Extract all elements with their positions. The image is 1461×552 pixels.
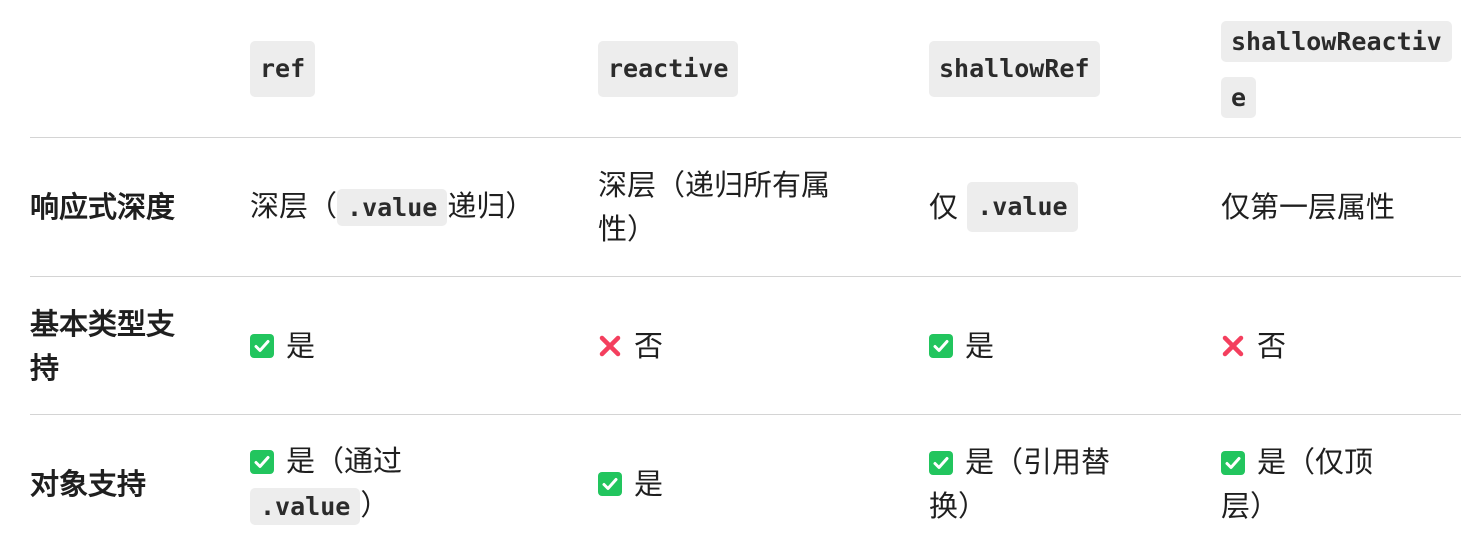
cell-shallowreactive-object: 是（仅顶层） xyxy=(1221,415,1461,552)
cross-icon xyxy=(599,335,621,356)
header-empty-cell xyxy=(30,0,220,138)
check-icon xyxy=(1221,450,1245,475)
cell-text: 是（引用替换） xyxy=(929,444,1111,523)
header-shallowref: shallowRef xyxy=(929,0,1199,138)
cell-shallowref-object: 是（引用替换） xyxy=(929,415,1199,552)
header-reactive-code: reactive xyxy=(598,41,739,97)
check-icon xyxy=(929,450,953,475)
cell-shallowreactive-primitive: 否 xyxy=(1221,277,1461,414)
header-shallowreactive: shallowReactive xyxy=(1221,0,1461,138)
check-icon xyxy=(598,471,622,496)
value-code: .value xyxy=(337,189,448,226)
cross-icon xyxy=(1222,335,1244,356)
cell-text: 深层（递归所有属性） xyxy=(598,168,831,246)
cell-text: ） xyxy=(360,487,390,522)
cell-text: 是 xyxy=(634,466,664,501)
row-label: 响应式深度 xyxy=(30,190,176,224)
value-code: .value xyxy=(967,182,1078,232)
cell-text: 仅 xyxy=(929,190,959,224)
cell-reactive-primitive: 否 xyxy=(598,277,898,414)
cell-text: 否 xyxy=(1257,328,1287,363)
cell-text: 递归） xyxy=(447,189,535,223)
table-header-row: ref reactive shallowRef shallowReactive xyxy=(30,0,1461,138)
check-icon xyxy=(250,449,274,474)
cell-text: 仅第一层属性 xyxy=(1221,190,1396,224)
table-row: 基本类型支持 是 否 是 否 xyxy=(30,277,1461,414)
cell-shallowreactive-depth: 仅第一层属性 xyxy=(1221,138,1461,276)
cell-reactive-object: 是 xyxy=(598,415,898,552)
table-row: 对象支持 是（通过 .value） 是 是（引用替换） 是（仅顶层） xyxy=(30,415,1461,552)
header-shallowref-code: shallowRef xyxy=(929,41,1100,97)
cell-text-wrap: 深层（ .value 递归） xyxy=(250,184,534,230)
row-label: 基本类型支持 xyxy=(30,277,220,414)
header-ref-code: ref xyxy=(250,41,316,97)
cell-text-wrap: 是（引用替换） xyxy=(929,440,1149,528)
cell-text-wrap: 是（通过 .value） xyxy=(250,439,470,529)
cell-text: 否 xyxy=(634,328,664,363)
row-label: 对象支持 xyxy=(30,466,147,501)
cell-text: 是 xyxy=(286,328,316,363)
cell-text: 深层（ xyxy=(250,189,338,223)
header-reactive: reactive xyxy=(598,0,898,138)
cell-ref-primitive: 是 xyxy=(250,277,560,414)
cell-shallowref-primitive: 是 xyxy=(929,277,1199,414)
comparison-table: ref reactive shallowRef shallowReactive … xyxy=(0,0,1461,552)
cell-reactive-depth: 深层（递归所有属性） xyxy=(598,138,898,276)
cell-ref-depth: 深层（ .value 递归） xyxy=(250,138,560,276)
row-label-text: 基本类型支持 xyxy=(30,306,176,385)
table-row: 响应式深度 深层（ .value 递归） 深层（递归所有属性） 仅 .value 仅… xyxy=(30,138,1461,276)
cell-text-wrap: 是（仅顶层） xyxy=(1221,440,1411,528)
check-icon xyxy=(929,333,953,358)
cell-ref-object: 是（通过 .value） xyxy=(250,415,560,552)
cell-shallowref-depth: 仅 .value xyxy=(929,138,1199,276)
cell-text: 是 xyxy=(965,328,995,363)
header-shallowreactive-wrap: shallowReactive xyxy=(1221,13,1453,125)
header-shallowreactive-code: shallowReactive xyxy=(1221,21,1452,118)
check-icon xyxy=(250,333,274,358)
value-code: .value xyxy=(250,487,361,525)
header-ref: ref xyxy=(250,0,560,138)
cell-text: 是（通过 xyxy=(286,443,403,478)
